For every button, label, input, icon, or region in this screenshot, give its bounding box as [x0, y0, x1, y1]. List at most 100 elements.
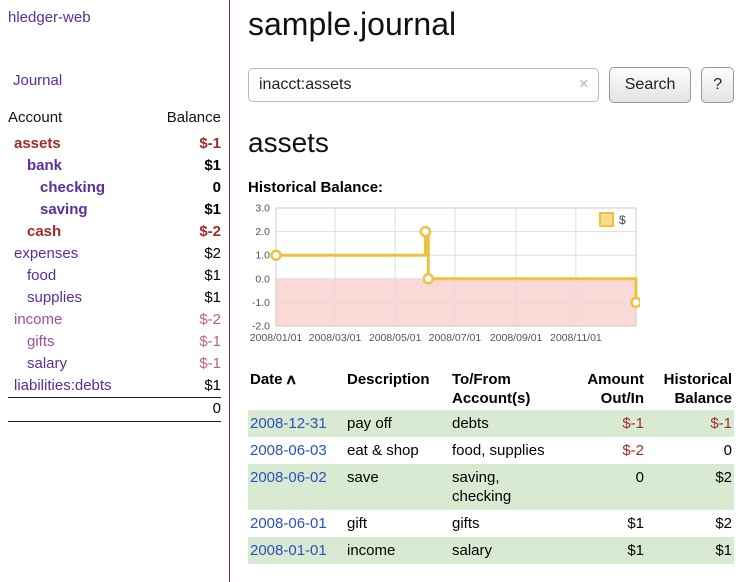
accounts-cell: debts: [450, 410, 558, 437]
col-header-amount: AmountOut/In: [558, 368, 646, 410]
account-link[interactable]: assets: [8, 133, 148, 155]
date-cell: 2008-06-02: [248, 464, 345, 510]
col-header-balance: HistoricalBalance: [646, 368, 734, 410]
legend-label: $: [619, 213, 626, 227]
account-row: supplies$1: [8, 287, 221, 309]
account-column-header: Account: [8, 107, 148, 133]
account-link[interactable]: liabilities:debts: [8, 375, 148, 398]
account-link[interactable]: income: [8, 309, 148, 331]
date-link[interactable]: 2008-06-02: [250, 469, 327, 486]
account-row: saving$1: [8, 199, 221, 221]
accounts-cell: saving, checking: [450, 464, 558, 510]
register-row: 2008-12-31pay offdebts$-1$-1: [248, 410, 734, 437]
amount-cell: 0: [558, 464, 646, 510]
date-link[interactable]: 2008-06-03: [250, 442, 327, 459]
balance-cell: $2: [646, 464, 734, 510]
chart-title: Historical Balance:: [248, 179, 734, 196]
account-link[interactable]: supplies: [8, 287, 148, 309]
main-content: sample.journal × Search ? assets Histori…: [230, 0, 742, 564]
account-row: assets$-1: [8, 133, 221, 155]
account-link[interactable]: bank: [8, 155, 148, 177]
account-balance: 0: [148, 177, 221, 199]
account-link[interactable]: saving: [8, 199, 148, 221]
col-header-description: Description: [345, 368, 450, 410]
chart-point: [424, 274, 433, 283]
date-link[interactable]: 2008-06-01: [250, 515, 327, 532]
account-link[interactable]: food: [8, 265, 148, 287]
account-link[interactable]: salary: [8, 353, 148, 375]
account-row: cash$-2: [8, 221, 221, 243]
nav-journal-link[interactable]: Journal: [8, 72, 221, 89]
app-title-link[interactable]: hledger-web: [8, 9, 221, 26]
date-header-label: Date: [250, 371, 283, 388]
date-cell: 2008-01-01: [248, 537, 345, 564]
register-row: 2008-01-01incomesalary$1$1: [248, 537, 734, 564]
date-link[interactable]: 2008-01-01: [250, 542, 327, 559]
page-title: sample.journal: [248, 6, 734, 43]
account-balance: $1: [148, 265, 221, 287]
svg-text:3.0: 3.0: [255, 204, 270, 215]
svg-text:2008/01/01: 2008/01/01: [250, 332, 303, 344]
chart-point: [632, 298, 641, 307]
chart-point: [272, 251, 281, 260]
description-cell: pay off: [345, 410, 450, 437]
col-header-accounts: To/FromAccount(s): [450, 368, 558, 410]
amount-cell: $1: [558, 510, 646, 537]
description-cell: save: [345, 464, 450, 510]
balance-cell: 0: [646, 437, 734, 464]
accounts-cell: gifts: [450, 510, 558, 537]
account-balance: $2: [148, 243, 221, 265]
search-box: ×: [248, 68, 599, 102]
svg-text:2008/05/01: 2008/05/01: [369, 332, 422, 344]
sidebar: hledger-web Journal Account Balance asse…: [0, 0, 230, 582]
svg-text:2008/09/01: 2008/09/01: [490, 332, 543, 344]
account-link[interactable]: cash: [8, 221, 148, 243]
svg-text:2008/11/01: 2008/11/01: [550, 332, 602, 344]
register-row: 2008-06-01 giftgifts$1$2: [248, 510, 734, 537]
accounts-cell: food, supplies: [450, 437, 558, 464]
account-row: food$1: [8, 265, 221, 287]
account-link[interactable]: checking: [8, 177, 148, 199]
account-balance: $1: [148, 287, 221, 309]
description-cell: gift: [345, 510, 450, 537]
account-link[interactable]: gifts: [8, 331, 148, 353]
total-balance: 0: [8, 398, 221, 422]
col-header-date[interactable]: Date∧: [248, 368, 345, 410]
account-balance: $-2: [148, 221, 221, 243]
sort-asc-icon: ∧: [284, 370, 297, 389]
balance-cell: $-1: [646, 410, 734, 437]
balance-column-header: Balance: [148, 107, 221, 133]
account-balance: $-1: [148, 133, 221, 155]
account-row: liabilities:debts$1: [8, 375, 221, 398]
account-balance: $-1: [148, 331, 221, 353]
account-row: checking0: [8, 177, 221, 199]
amount-cell: $-2: [558, 437, 646, 464]
svg-text:0.0: 0.0: [255, 273, 270, 285]
help-button[interactable]: ?: [701, 67, 734, 103]
accounts-table-header: Account Balance: [8, 107, 221, 133]
search-input[interactable]: [248, 68, 599, 102]
account-link[interactable]: expenses: [8, 243, 148, 265]
register-header-row: Date∧ Description To/FromAccount(s) Amou…: [248, 368, 734, 410]
account-row: income$-2: [8, 309, 221, 331]
account-row: bank$1: [8, 155, 221, 177]
account-row: salary$-1: [8, 353, 221, 375]
svg-text:2.0: 2.0: [255, 226, 270, 238]
account-balance: $1: [148, 199, 221, 221]
amount-cell: $1: [558, 537, 646, 564]
account-heading: assets: [248, 127, 734, 159]
account-balance: $-1: [148, 353, 221, 375]
account-balance: $-2: [148, 309, 221, 331]
date-link[interactable]: 2008-12-31: [250, 415, 327, 432]
accounts-table: Account Balance assets$-1bank$1checking0…: [8, 107, 221, 422]
account-balance: $1: [148, 155, 221, 177]
balance-cell: $2: [646, 510, 734, 537]
svg-text:1.0: 1.0: [255, 250, 270, 262]
clear-search-icon[interactable]: ×: [579, 74, 589, 94]
account-row: expenses$2: [8, 243, 221, 265]
svg-text:-2.0: -2.0: [252, 321, 270, 333]
account-row: gifts$-1: [8, 331, 221, 353]
svg-text:-1.0: -1.0: [252, 297, 270, 309]
search-button[interactable]: Search: [609, 67, 692, 103]
legend-color-box: [600, 213, 613, 226]
